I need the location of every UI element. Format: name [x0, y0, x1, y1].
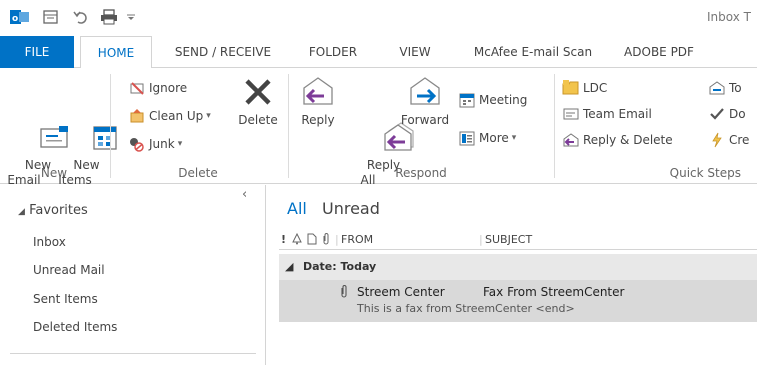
clean-up-button[interactable]: Clean Up ▾	[128, 106, 211, 126]
subject-column-header[interactable]: SUBJECT	[485, 233, 532, 246]
reply-button[interactable]: Reply	[296, 74, 340, 128]
new-group-label: New	[40, 166, 68, 180]
message-list: All Unread ! | FROM | SUBJECT ◢ Date: To…	[267, 185, 757, 365]
lightning-icon	[708, 131, 726, 149]
meeting-button[interactable]: Meeting	[458, 90, 527, 110]
tab-mcafee-email-scan[interactable]: McAfee E-mail Scan	[462, 36, 604, 68]
respond-group: Reply Reply All Forward Meeting More ▾ R…	[290, 68, 552, 187]
ignore-button[interactable]: Ignore	[128, 78, 187, 98]
quick-step-done[interactable]: Do	[708, 104, 746, 124]
tab-send-receive[interactable]: SEND / RECEIVE	[160, 36, 286, 68]
new-group: New Email New Items New	[0, 68, 117, 187]
collapse-triangle-icon: ◢	[285, 260, 294, 273]
from-column-header[interactable]: FROM	[341, 233, 373, 246]
nav-item-sent-items[interactable]: Sent Items	[33, 292, 98, 306]
message-subject: Fax From StreemCenter	[483, 285, 625, 299]
nav-item-inbox[interactable]: Inbox	[33, 235, 66, 249]
nav-item-unread-mail[interactable]: Unread Mail	[33, 263, 105, 277]
reminder-column-icon[interactable]	[291, 232, 303, 248]
divider	[10, 353, 256, 354]
chevron-down-icon: ▾	[177, 139, 183, 149]
clean-up-icon	[128, 107, 146, 125]
more-respond-button[interactable]: More ▾	[458, 128, 516, 148]
send-receive-icon[interactable]	[40, 6, 62, 28]
column-separator: |	[479, 233, 483, 246]
new-email-button[interactable]: New Email	[2, 74, 68, 203]
column-separator: |	[335, 233, 339, 246]
print-icon[interactable]	[98, 6, 120, 28]
window-title: Inbox T	[707, 10, 751, 24]
tab-adobe-pdf[interactable]: ADOBE PDF	[616, 36, 702, 68]
more-icon	[458, 129, 476, 147]
chevron-down-icon: ▾	[511, 133, 517, 143]
reply-all-icon	[350, 104, 414, 151]
delete-button[interactable]: Delete	[234, 74, 282, 128]
junk-icon	[128, 135, 146, 153]
group-header-label: Date: Today	[303, 260, 377, 273]
quick-steps-group-label: Quick Steps	[669, 166, 741, 180]
quick-step-to-manager[interactable]: To	[708, 78, 742, 98]
tab-view[interactable]: VIEW	[394, 36, 436, 68]
undo-icon[interactable]	[70, 6, 92, 28]
forward-icon	[407, 74, 443, 110]
svg-text:o: o	[12, 14, 18, 24]
quick-step-team-email[interactable]: Team Email	[562, 104, 652, 124]
chevron-down-icon: ▾	[206, 111, 211, 121]
column-header-row: ! | FROM | SUBJECT	[279, 230, 757, 250]
collapse-pane-icon[interactable]: ‹	[242, 187, 247, 202]
filter-unread[interactable]: Unread	[322, 199, 380, 218]
quick-step-ldc[interactable]: LDC	[562, 78, 607, 98]
expanded-triangle-icon: ◢	[18, 207, 25, 217]
tab-file[interactable]: FILE	[0, 36, 74, 68]
ribbon: New Email New Items New Ignore Clean Up …	[0, 68, 757, 187]
icon-column-icon[interactable]	[307, 233, 317, 248]
message-sender: Streem Center	[357, 285, 445, 299]
group-divider	[110, 74, 111, 178]
junk-button[interactable]: Junk ▾	[128, 134, 182, 154]
message-preview: This is a fax from StreemCenter <end>	[357, 302, 575, 315]
reply-icon	[300, 74, 336, 110]
outlook-logo-icon: o	[8, 6, 32, 28]
folder-icon	[562, 79, 580, 97]
reply-delete-icon	[562, 131, 580, 149]
customize-qat-icon[interactable]	[124, 6, 138, 28]
tab-home[interactable]: HOME	[80, 36, 152, 69]
new-items-icon	[57, 104, 117, 150]
delete-group-label: Delete	[178, 166, 218, 180]
new-email-icon	[6, 104, 68, 148]
quick-steps-group: LDC Team Email Reply & Delete To Do Cre …	[556, 68, 757, 184]
nav-item-deleted-items[interactable]: Deleted Items	[33, 320, 117, 334]
group-divider	[554, 74, 555, 178]
new-items-button[interactable]: New Items	[50, 74, 117, 203]
favorites-header[interactable]: ◢ Favorites	[18, 203, 88, 218]
reply-all-button[interactable]: Reply All	[344, 74, 414, 203]
meeting-icon	[458, 91, 476, 109]
group-divider	[288, 74, 289, 178]
forward-button[interactable]: Forward	[396, 74, 454, 128]
importance-column-icon[interactable]: !	[281, 233, 286, 246]
date-group-header[interactable]: ◢ Date: Today	[279, 254, 757, 280]
respond-group-label: Respond	[395, 166, 447, 180]
tab-folder[interactable]: FOLDER	[300, 36, 366, 68]
attachment-column-icon[interactable]	[321, 233, 331, 248]
filter-all[interactable]: All	[287, 199, 307, 218]
ignore-icon	[128, 79, 146, 97]
checkmark-icon	[708, 105, 726, 123]
navigation-pane: ‹ ◢ Favorites Inbox Unread Mail Sent Ite…	[0, 185, 266, 365]
attachment-icon	[339, 285, 349, 301]
quick-step-reply-delete[interactable]: Reply & Delete	[562, 130, 673, 150]
delete-x-icon	[240, 74, 276, 110]
ribbon-tabs: FILE HOME SEND / RECEIVE FOLDER VIEW McA…	[0, 36, 757, 69]
quick-step-create-new[interactable]: Cre	[708, 130, 749, 150]
delete-group: Ignore Clean Up ▾ Junk ▾ Delete Delete	[112, 68, 284, 184]
title-bar: o Inbox T	[0, 0, 757, 36]
forward-envelope-icon	[708, 79, 726, 97]
team-email-icon	[562, 105, 580, 123]
message-row[interactable]: Streem Center Fax From StreemCenter This…	[279, 280, 757, 322]
